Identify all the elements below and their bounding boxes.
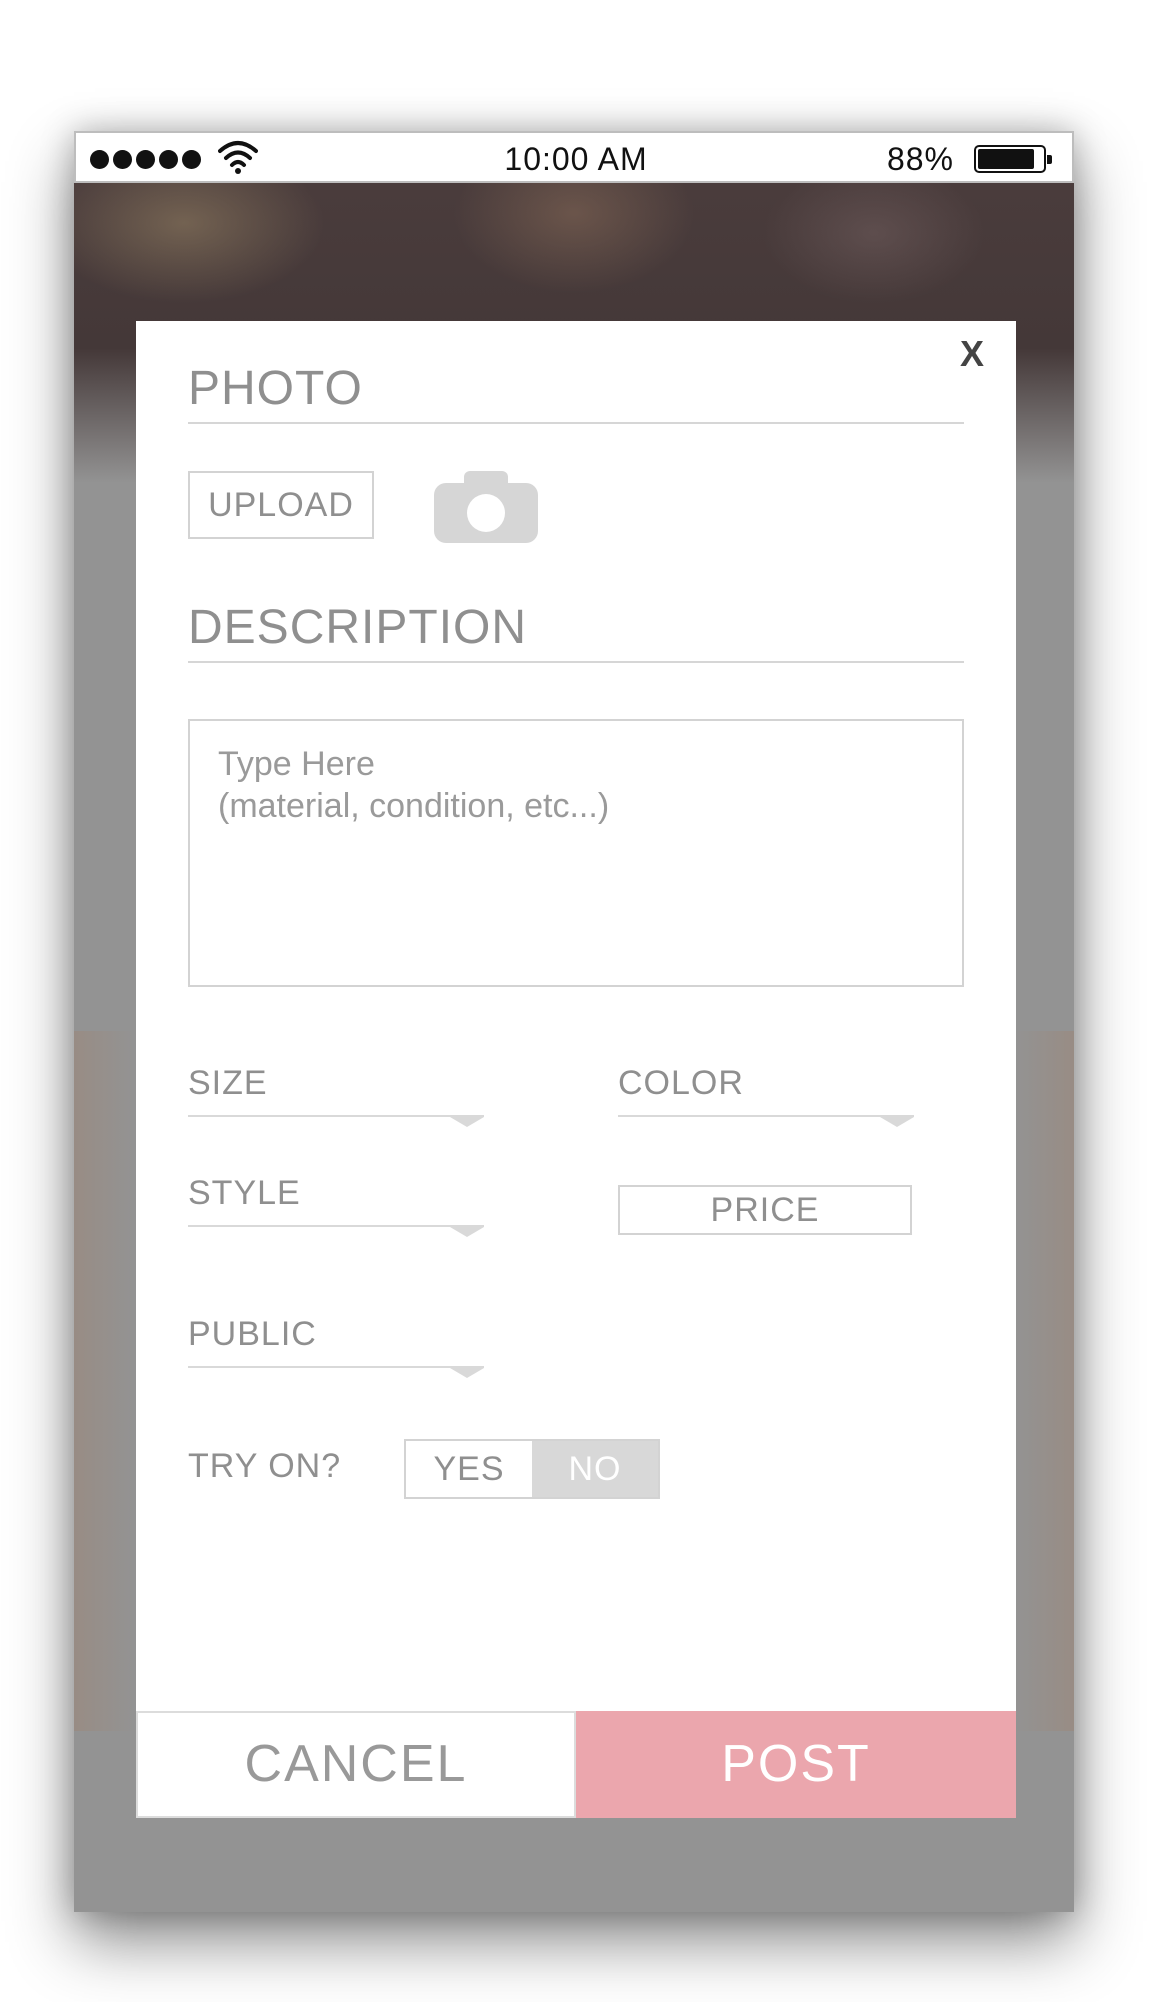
new-post-modal: X PHOTO UPLOAD DESCRIPTION Type Here (ma… — [136, 321, 1016, 1818]
placeholder-line-1: Type Here — [218, 745, 375, 783]
size-dropdown[interactable]: SIZE — [188, 1059, 484, 1127]
public-label: PUBLIC — [188, 1315, 317, 1353]
caret-down-icon — [450, 1227, 484, 1237]
style-dropdown[interactable]: STYLE — [188, 1169, 484, 1237]
camera-icon[interactable] — [434, 471, 538, 543]
price-input[interactable]: PRICE — [618, 1185, 912, 1235]
description-section-title: DESCRIPTION — [188, 600, 964, 663]
caret-down-icon — [450, 1117, 484, 1127]
style-label: STYLE — [188, 1174, 301, 1212]
public-dropdown[interactable]: PUBLIC — [188, 1310, 484, 1378]
size-label: SIZE — [188, 1064, 268, 1102]
status-bar: 10:00 AM 88% — [74, 131, 1074, 183]
upload-button[interactable]: UPLOAD — [188, 471, 374, 539]
try-on-yes-option[interactable]: YES — [406, 1441, 532, 1497]
battery-percent: 88% — [886, 141, 954, 177]
battery-fill — [978, 149, 1035, 169]
placeholder-line-2: (material, condition, etc...) — [218, 787, 610, 825]
try-on-toggle: YES NO — [404, 1439, 660, 1499]
cancel-button[interactable]: CANCEL — [136, 1711, 576, 1818]
battery-icon — [974, 145, 1052, 173]
color-label: COLOR — [618, 1064, 744, 1102]
modal-footer: CANCEL POST — [136, 1711, 1016, 1818]
try-on-label: TRY ON? — [188, 1447, 342, 1485]
post-button[interactable]: POST — [576, 1711, 1016, 1818]
color-dropdown[interactable]: COLOR — [618, 1059, 914, 1127]
photo-section-title: PHOTO — [188, 361, 964, 424]
try-on-no-option[interactable]: NO — [532, 1441, 658, 1497]
description-textarea[interactable]: Type Here (material, condition, etc...) — [188, 719, 964, 987]
caret-down-icon — [880, 1117, 914, 1127]
caret-down-icon — [450, 1368, 484, 1378]
phone-screen: 10:00 AM 88% X PHOTO UPLOAD DESCRIPTION … — [74, 131, 1074, 1912]
